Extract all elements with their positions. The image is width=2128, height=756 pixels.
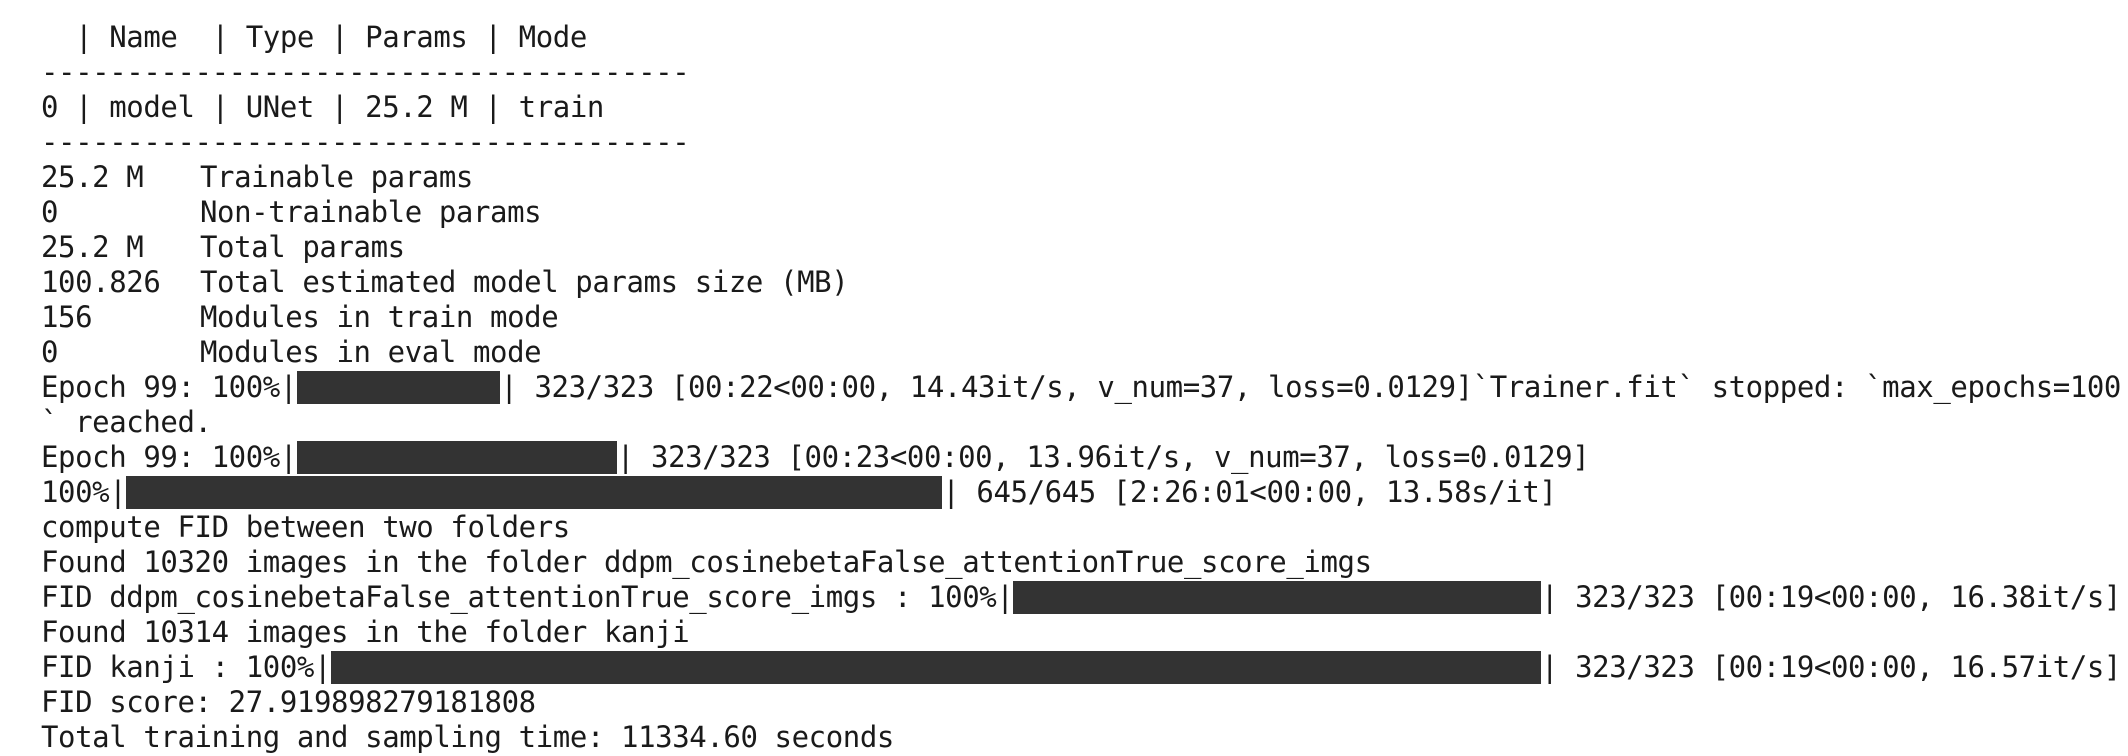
- progress-prefix: FID ddpm_cosinebetaFalse_attentionTrue_s…: [41, 580, 1014, 614]
- stat-label: Trainable params: [200, 160, 473, 194]
- found-generated-message: Found 10320 images in the folder ddpm_co…: [41, 545, 1372, 579]
- progress-bar-fill: [1013, 581, 1541, 614]
- stat-row: 100.826 Total estimated model params size…: [41, 265, 2121, 300]
- progress-bar-fill: [126, 476, 943, 509]
- progress-prefix: Epoch 99: 100%|: [41, 440, 297, 474]
- stat-row: 25.2 M Total params: [41, 230, 2121, 265]
- progress-prefix: Epoch 99: 100%|: [41, 370, 297, 404]
- progress-line-fid-kanji: FID kanji : 100%| | 323/323 [00:19<00:00,…: [41, 650, 2121, 685]
- summary-separator: --------------------------------------: [41, 55, 690, 89]
- progress-bar-fill: [331, 651, 1541, 684]
- fid-score: FID score: 27.919898279181808: [41, 685, 536, 719]
- progress-suffix: | 645/645 [2:26:01<00:00, 13.58s/it]: [942, 475, 1557, 509]
- progress-line-sampling: 100%| | 645/645 [2:26:01<00:00, 13.58s/it…: [41, 475, 2121, 510]
- progress-suffix: | 323/323 [00:22<00:00, 14.43it/s, v_num…: [500, 370, 2121, 404]
- stat-label: Modules in train mode: [200, 300, 559, 334]
- stat-value: 25.2 M: [41, 230, 144, 264]
- stat-row: 156 Modules in train mode: [41, 300, 2121, 335]
- stat-label: Total estimated model params size (MB): [200, 265, 849, 299]
- summary-row: 0 | model | UNet | 25.2 M | train: [41, 90, 604, 124]
- trainer-stop-continuation: ` reached.: [41, 405, 212, 439]
- progress-line-fid-generated: FID ddpm_cosinebetaFalse_attentionTrue_s…: [41, 580, 2121, 615]
- stat-label: Non-trainable params: [200, 195, 542, 229]
- progress-suffix: | 323/323 [00:19<00:00, 16.57it/s]: [1540, 650, 2121, 684]
- stat-value: 25.2 M: [41, 160, 144, 194]
- stat-label: Modules in eval mode: [200, 335, 542, 369]
- stat-value: 156: [41, 300, 93, 334]
- compute-fid-message: compute FID between two folders: [41, 510, 570, 544]
- progress-prefix: 100%|: [41, 475, 127, 509]
- progress-suffix: | 323/323 [00:23<00:00, 13.96it/s, v_num…: [616, 440, 1590, 474]
- stat-row: 25.2 M Trainable params: [41, 160, 2121, 195]
- stat-row: 0 Non-trainable params: [41, 195, 2121, 230]
- progress-line-epoch-1: Epoch 99: 100%| | 323/323 [00:22<00:00, 1…: [41, 370, 2121, 405]
- progress-line-epoch-2: Epoch 99: 100%| | 323/323 [00:23<00:00, 1…: [41, 440, 2121, 475]
- progress-bar-fill: [296, 371, 501, 404]
- stat-value: 100.826: [41, 265, 161, 299]
- summary-header: | Name | Type | Params | Mode: [41, 20, 587, 54]
- stat-label: Total params: [200, 230, 405, 264]
- progress-prefix: FID kanji : 100%|: [41, 650, 332, 684]
- found-kanji-message: Found 10314 images in the folder kanji: [41, 615, 690, 649]
- progress-suffix: | 323/323 [00:19<00:00, 16.38it/s]: [1540, 580, 2121, 614]
- total-time: Total training and sampling time: 11334.…: [41, 720, 894, 754]
- terminal-output: | Name | Type | Params | Mode ----------…: [41, 20, 2121, 755]
- stat-row: 0 Modules in eval mode: [41, 335, 2121, 370]
- stat-value: 0: [41, 195, 59, 229]
- progress-bar-fill: [296, 441, 617, 474]
- stat-value: 0: [41, 335, 59, 369]
- summary-separator: --------------------------------------: [41, 125, 690, 159]
